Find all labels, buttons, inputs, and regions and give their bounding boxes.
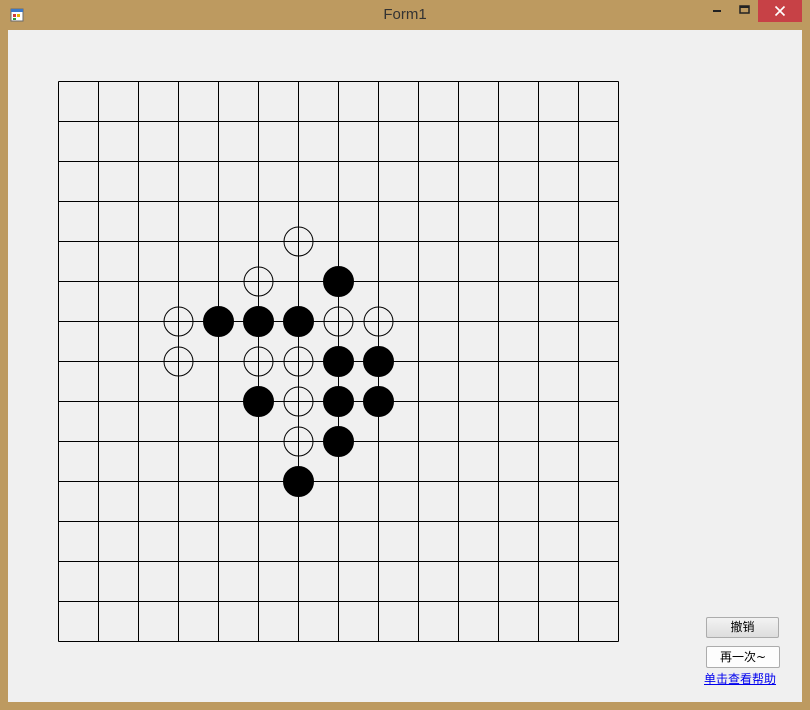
gomoku-board[interactable] xyxy=(8,30,802,702)
black-stone xyxy=(323,386,354,417)
close-icon[interactable] xyxy=(758,0,802,22)
help-link[interactable]: 单击查看帮助 xyxy=(704,670,776,687)
minimize-icon[interactable] xyxy=(704,0,730,22)
black-stone xyxy=(203,306,234,337)
window-title: Form1 xyxy=(383,6,427,23)
black-stone xyxy=(323,266,354,297)
black-stone xyxy=(283,466,314,497)
undo-button[interactable]: 撤销 xyxy=(706,617,779,638)
form-client-area: 撤销 再一次~ 单击查看帮助 xyxy=(8,30,802,702)
black-stone xyxy=(363,346,394,377)
maximize-icon[interactable] xyxy=(730,0,758,22)
black-stone xyxy=(323,346,354,377)
black-stone xyxy=(283,306,314,337)
black-stone xyxy=(243,306,274,337)
title-bar[interactable]: Form1 xyxy=(0,0,810,30)
black-stone xyxy=(243,386,274,417)
play-again-button[interactable]: 再一次~ xyxy=(706,646,780,668)
app-window: Form1 撤销 再一次~ 单击查看帮助 xyxy=(0,0,810,710)
black-stone xyxy=(363,386,394,417)
black-stone xyxy=(323,426,354,457)
